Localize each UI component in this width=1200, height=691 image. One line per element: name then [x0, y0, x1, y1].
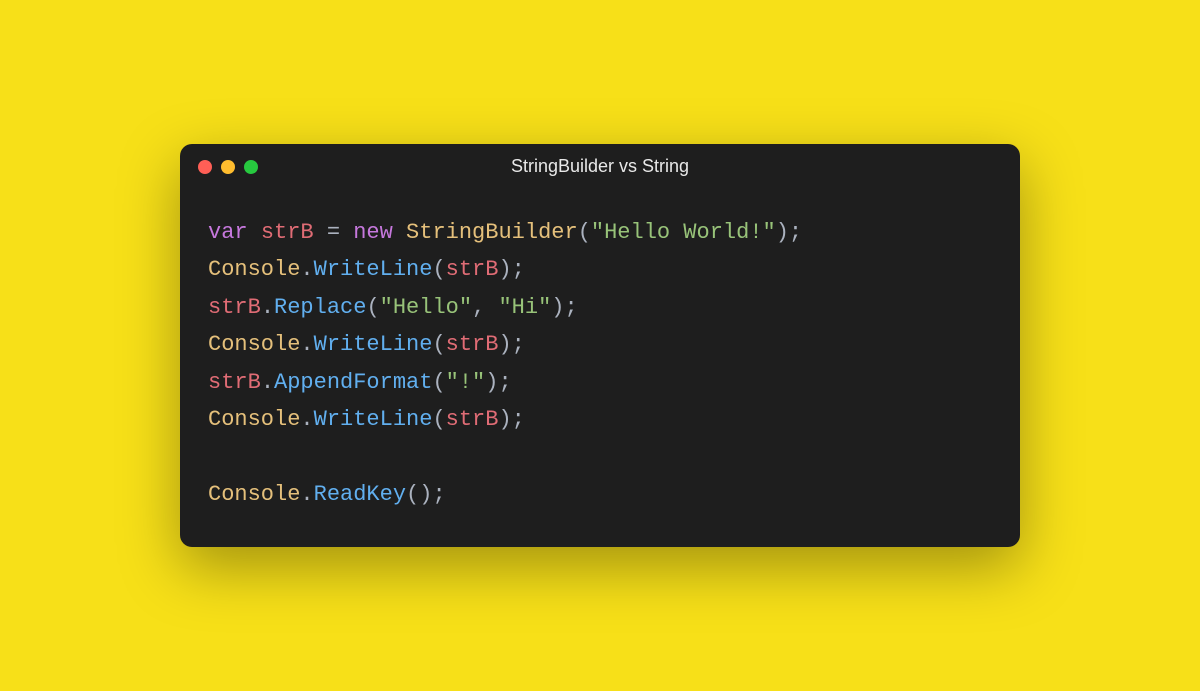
code-token: strB	[446, 407, 499, 432]
code-token: .	[261, 295, 274, 320]
code-token: ,	[472, 295, 498, 320]
code-token: .	[300, 482, 313, 507]
code-token: Console	[208, 482, 300, 507]
code-token: =	[314, 220, 354, 245]
close-icon[interactable]	[198, 160, 212, 174]
code-token: );	[485, 370, 511, 395]
code-token: WriteLine	[314, 407, 433, 432]
window-title: StringBuilder vs String	[180, 156, 1020, 177]
code-line: strB.AppendFormat("!");	[208, 364, 992, 401]
code-token	[393, 220, 406, 245]
code-token: "!"	[446, 370, 486, 395]
minimize-icon[interactable]	[221, 160, 235, 174]
code-token: StringBuilder	[406, 220, 578, 245]
code-token: ReadKey	[314, 482, 406, 507]
code-line: var strB = new StringBuilder("Hello Worl…	[208, 214, 992, 251]
code-token: WriteLine	[314, 332, 433, 357]
code-line: strB.Replace("Hello", "Hi");	[208, 289, 992, 326]
code-line	[208, 438, 992, 475]
code-token: Console	[208, 257, 300, 282]
code-token: WriteLine	[314, 257, 433, 282]
code-token: );	[498, 257, 524, 282]
code-token: Replace	[274, 295, 366, 320]
code-line: Console.WriteLine(strB);	[208, 251, 992, 288]
code-token: (	[432, 332, 445, 357]
traffic-lights	[198, 160, 258, 174]
code-token: strB	[208, 370, 261, 395]
code-token: Console	[208, 407, 300, 432]
code-token: .	[261, 370, 274, 395]
code-token: .	[300, 332, 313, 357]
code-token: strB	[208, 295, 261, 320]
code-line: Console.WriteLine(strB);	[208, 326, 992, 363]
code-token: .	[300, 257, 313, 282]
code-token: var	[208, 220, 248, 245]
code-token: ();	[406, 482, 446, 507]
code-token: (	[366, 295, 379, 320]
code-token: (	[432, 407, 445, 432]
code-token: (	[432, 370, 445, 395]
code-token: "Hi"	[498, 295, 551, 320]
code-token: );	[776, 220, 802, 245]
code-token: AppendFormat	[274, 370, 432, 395]
code-token: );	[498, 332, 524, 357]
code-token: .	[300, 407, 313, 432]
code-token: strB	[446, 257, 499, 282]
titlebar: StringBuilder vs String	[180, 144, 1020, 190]
code-token: new	[353, 220, 393, 245]
code-token: "Hello"	[380, 295, 472, 320]
zoom-icon[interactable]	[244, 160, 258, 174]
code-token: strB	[446, 332, 499, 357]
code-token: strB	[261, 220, 314, 245]
code-token: (	[578, 220, 591, 245]
code-token	[248, 220, 261, 245]
code-block: var strB = new StringBuilder("Hello Worl…	[180, 190, 1020, 547]
code-line: Console.ReadKey();	[208, 476, 992, 513]
code-line: Console.WriteLine(strB);	[208, 401, 992, 438]
code-window: StringBuilder vs String var strB = new S…	[180, 144, 1020, 547]
code-token: );	[551, 295, 577, 320]
code-token: );	[498, 407, 524, 432]
code-token: (	[432, 257, 445, 282]
code-token: Console	[208, 332, 300, 357]
code-token: "Hello World!"	[591, 220, 776, 245]
